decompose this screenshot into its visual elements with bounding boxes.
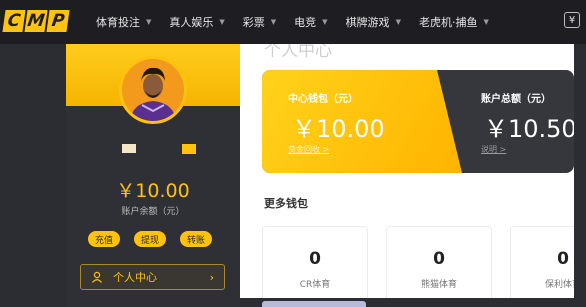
page-title: 个人中心: [264, 44, 332, 61]
nav-item-slots-fishing[interactable]: 老虎机·捕鱼 ▼: [419, 14, 489, 30]
deposit-button[interactable]: 充值: [88, 231, 120, 247]
total-balance-label: 账户总额（元）: [481, 94, 551, 105]
nav-item-live-casino[interactable]: 真人娱乐 ▼: [169, 14, 224, 30]
wallet-value: 0: [433, 249, 445, 269]
nav-item-card-games[interactable]: 棋牌游戏 ▼: [346, 14, 401, 30]
avatar: [119, 56, 187, 124]
fund-recovery-link[interactable]: 资金回收 >: [288, 144, 329, 155]
chevron-down-icon: ▼: [322, 18, 328, 26]
wallet-card-poly-sports[interactable]: 0 保利体育: [510, 226, 574, 298]
logo-letter: M: [24, 10, 48, 32]
nav-label: 老虎机·捕鱼: [418, 16, 478, 29]
chevron-down-icon: ▼: [146, 18, 152, 26]
nav-label: 棋牌游戏: [345, 16, 390, 29]
account-balance-label: 账户余额（元）: [121, 207, 185, 217]
nav-label: 体育投注: [96, 16, 140, 29]
wallet-value: 0: [309, 249, 321, 269]
personal-center-link[interactable]: 个人中心 ›: [80, 264, 225, 290]
nav-item-sports[interactable]: 体育投注 ▼: [96, 14, 151, 30]
wallet-name: CR体育: [299, 280, 331, 290]
nav-label: 彩票: [242, 16, 265, 29]
decorative-flag: [182, 144, 196, 154]
main-content: 个人中心 中心钱包（元） ￥10.00 资金回收 > 账户总额（元） ￥10.5…: [240, 44, 574, 298]
withdraw-button[interactable]: 提现: [134, 231, 166, 247]
logo-letter: P: [46, 10, 70, 32]
main-nav: 体育投注 ▼ 真人娱乐 ▼ 彩票 ▼ 电竞 ▼ 棋牌游戏 ▼ 老虎机·捕鱼 ▼: [96, 0, 507, 44]
wallet-card-panda-sports[interactable]: 0 熊猫体育: [386, 226, 492, 298]
top-nav-bar: C M P 体育投注 ▼ 真人娱乐 ▼ 彩票 ▼ 电竞 ▼ 棋牌游戏 ▼ 老虎机·捕鱼 ▼ …: [0, 0, 586, 44]
more-wallets-title: 更多钱包: [264, 197, 308, 210]
chevron-down-icon: ▼: [395, 18, 401, 26]
wallet-summary-card: 中心钱包（元） ￥10.00 资金回收 > 账户总额（元） ￥10.50 说明 …: [262, 70, 574, 173]
page-scrollbar[interactable]: [574, 44, 586, 307]
wallet-value: 0: [557, 249, 569, 269]
nav-label: 电竞: [294, 16, 317, 29]
transfer-button[interactable]: 转账: [180, 231, 212, 247]
cmp-logo[interactable]: C M P: [2, 10, 70, 32]
wallet-name: 保利体育: [544, 280, 574, 290]
chevron-down-icon: ▼: [219, 18, 225, 26]
account-balance: ￥10.00: [116, 180, 190, 202]
logo-letter: C: [2, 10, 26, 32]
chevron-down-icon: ▼: [483, 18, 489, 26]
nav-item-lottery[interactable]: 彩票 ▼: [243, 14, 276, 30]
chevron-down-icon: ▼: [270, 18, 277, 26]
chevron-right-icon: ›: [209, 270, 214, 284]
wallet-card-cr-sports[interactable]: 0 CR体育: [262, 226, 368, 298]
user-icon: [92, 271, 102, 283]
center-wallet-label: 中心钱包（元）: [288, 94, 358, 105]
total-balance-amount: ￥10.50: [484, 115, 574, 143]
currency-yen-icon[interactable]: ¥: [564, 12, 580, 28]
nav-item-esports[interactable]: 电竞 ▼: [294, 14, 327, 30]
personal-center-label: 个人中心: [113, 271, 157, 284]
decorative-flag: [122, 144, 136, 153]
center-wallet-amount: ￥10.00: [292, 115, 385, 143]
explanation-link[interactable]: 说明 >: [481, 144, 506, 155]
floating-tab[interactable]: [262, 301, 366, 307]
wallet-name: 熊猫体育: [420, 280, 457, 290]
profile-sidebar: ￥10.00 账户余额（元） 充值 提现 转账 个人中心 ›: [66, 44, 240, 307]
nav-label: 真人娱乐: [169, 16, 214, 29]
wallet-action-buttons: 充值 提现 转账: [88, 231, 212, 247]
